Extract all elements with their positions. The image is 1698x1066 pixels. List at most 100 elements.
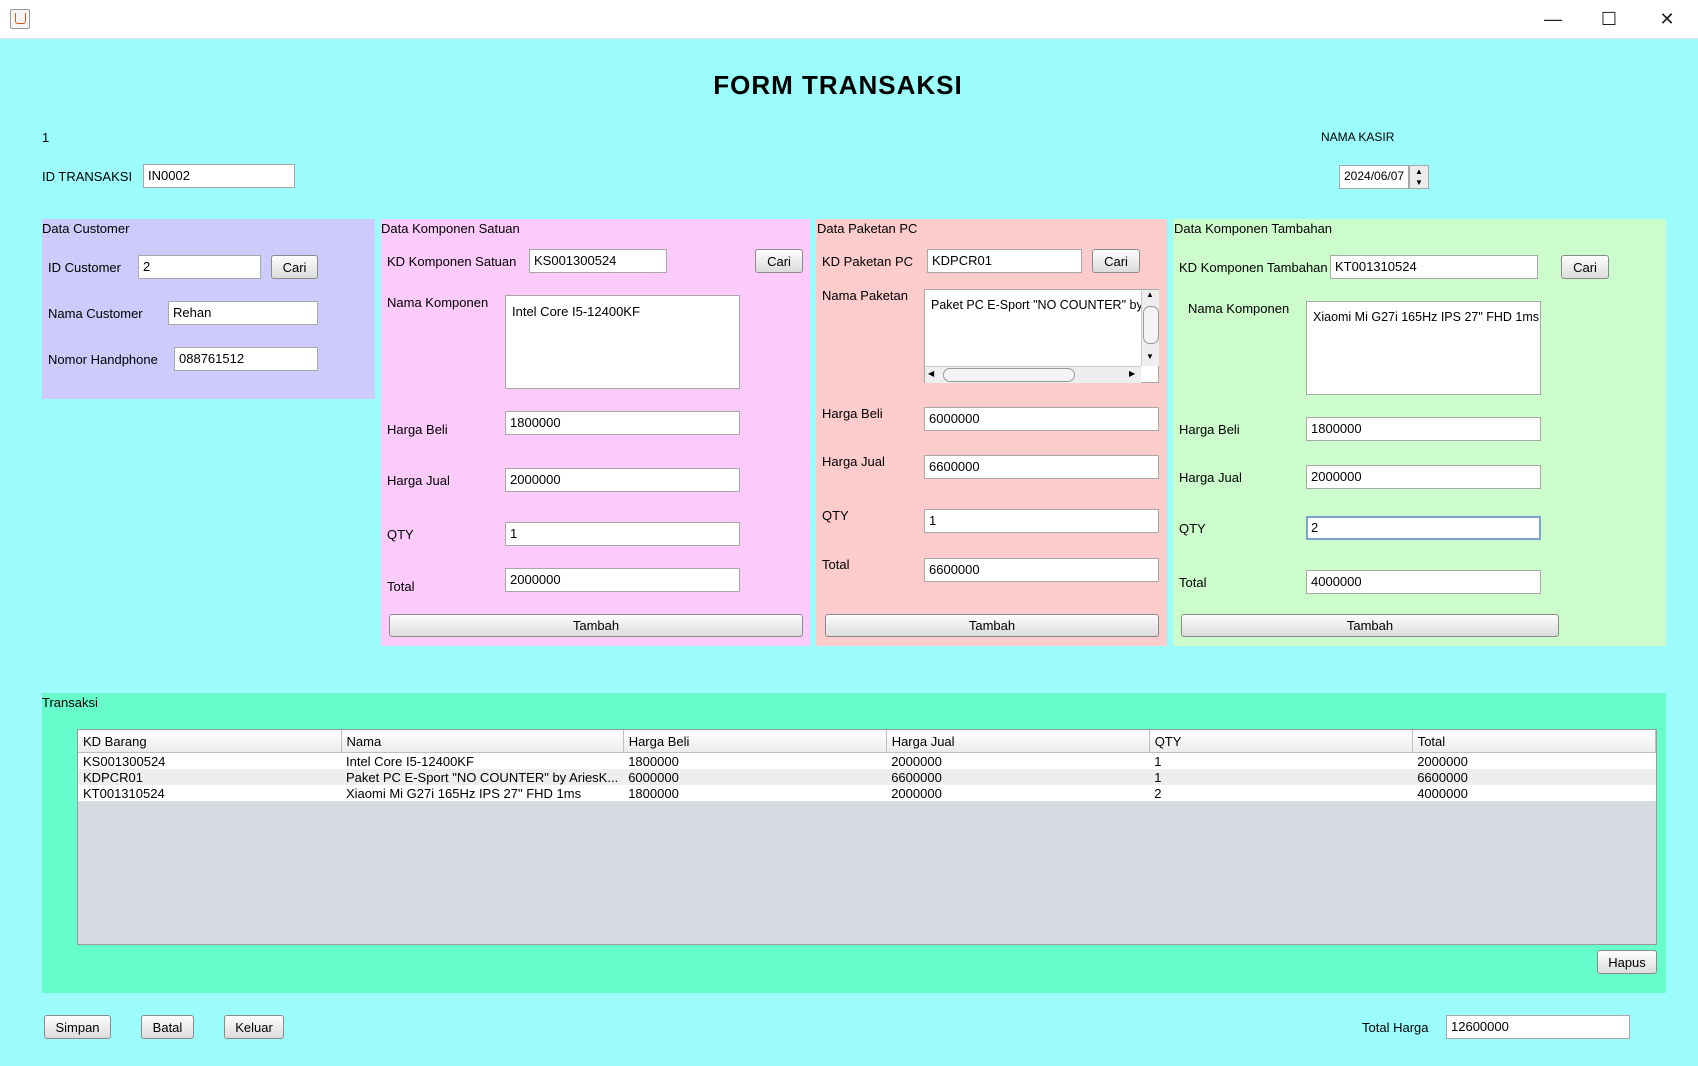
id-transaksi-label: ID TRANSAKSI — [42, 169, 133, 184]
transaksi-panel: Transaksi KD Barang Nama Harga Beli Harg… — [42, 693, 1666, 993]
table-cell[interactable]: KS001300524 — [78, 752, 341, 769]
komponen-tambahan-panel: Data Komponen Tambahan KD Komponen Tamba… — [1173, 219, 1666, 646]
table-cell[interactable]: 4000000 — [1412, 785, 1656, 801]
qty-tambahan-label: QTY — [1179, 521, 1206, 536]
hapus-button[interactable]: Hapus — [1597, 950, 1657, 974]
column-header-qty[interactable]: QTY — [1149, 730, 1413, 753]
scroll-up-icon[interactable]: ▲ — [1146, 290, 1154, 299]
kd-paketan-field[interactable]: KDPCR01 — [927, 249, 1082, 273]
harga-beli-tambahan-label: Harga Beli — [1179, 422, 1240, 437]
nama-paketan-scrollpane: Paket PC E-Sport "NO COUNTER" by AriesKo… — [924, 289, 1159, 383]
page-title: FORM TRANSAKSI — [713, 70, 963, 100]
table-cell[interactable]: 2000000 — [886, 785, 1150, 801]
table-cell[interactable]: KDPCR01 — [78, 769, 341, 785]
kd-komponen-tambahan-label: KD Komponen Tambahan — [1179, 260, 1328, 275]
komponen-satuan-panel: Data Komponen Satuan KD Komponen Satuan … — [381, 219, 810, 646]
vertical-scrollbar[interactable]: ▲ ▼ — [1141, 290, 1159, 366]
table-cell[interactable]: Paket PC E-Sport "NO COUNTER" by AriesK.… — [341, 769, 624, 785]
table-cell[interactable]: Intel Core I5-12400KF — [341, 752, 624, 769]
nama-customer-field[interactable]: Rehan — [168, 301, 318, 325]
total-paketan-label: Total — [822, 557, 850, 572]
table-cell[interactable]: 6600000 — [886, 769, 1150, 785]
total-paketan-field[interactable]: 6600000 — [924, 558, 1159, 582]
harga-jual-paketan-label: Harga Jual — [822, 454, 885, 469]
qty-satuan-field[interactable]: 1 — [505, 522, 740, 546]
table-cell[interactable]: 2000000 — [1412, 752, 1656, 769]
total-tambahan-label: Total — [1179, 575, 1207, 590]
nama-komponen-tambahan-label: Nama Komponen — [1188, 301, 1290, 316]
nama-komponen-tambahan-textarea[interactable]: Xiaomi Mi G27i 165Hz IPS 27" FHD 1ms — [1306, 301, 1541, 395]
paketan-pc-panel: Data Paketan PC KD Paketan PC KDPCR01 Ca… — [816, 219, 1167, 646]
kd-komponen-tambahan-field[interactable]: KT001310524 — [1330, 255, 1538, 279]
tambah-satuan-button[interactable]: Tambah — [389, 614, 803, 637]
table-row[interactable]: KS001300524 Intel Core I5-12400KF 180000… — [78, 752, 1656, 769]
table-cell[interactable]: 6600000 — [1412, 769, 1656, 785]
window-titlebar: — ☐ ✕ — [0, 0, 1698, 39]
horizontal-scrollbar[interactable]: ◀ ▶ — [925, 366, 1141, 383]
close-icon[interactable]: ✕ — [1638, 0, 1696, 38]
harga-jual-tambahan-field[interactable]: 2000000 — [1306, 465, 1541, 489]
date-spinner-arrows-icon[interactable]: ▲ ▼ — [1409, 165, 1429, 189]
batal-button[interactable]: Batal — [141, 1015, 194, 1039]
nama-komponen-satuan-textarea[interactable]: Intel Core I5-12400KF — [505, 295, 740, 389]
date-spinner-field[interactable]: 2024/06/07 — [1339, 165, 1409, 189]
harga-jual-satuan-field[interactable]: 2000000 — [505, 468, 740, 492]
total-harga-field[interactable]: 12600000 — [1446, 1015, 1630, 1039]
table-cell[interactable]: 1800000 — [623, 752, 887, 769]
total-tambahan-field[interactable]: 4000000 — [1306, 570, 1541, 594]
table-cell[interactable]: 6000000 — [623, 769, 887, 785]
tambah-paketan-button[interactable]: Tambah — [825, 614, 1159, 637]
table-row[interactable]: KT001310524 Xiaomi Mi G27i 165Hz IPS 27"… — [78, 785, 1656, 801]
column-header-kd-barang[interactable]: KD Barang — [78, 730, 342, 753]
qty-paketan-field[interactable]: 1 — [924, 509, 1159, 533]
kd-paketan-label: KD Paketan PC — [822, 254, 914, 269]
horizontal-scroll-thumb[interactable] — [943, 368, 1075, 382]
maximize-icon[interactable]: ☐ — [1580, 0, 1638, 38]
table-row[interactable]: KDPCR01 Paket PC E-Sport "NO COUNTER" by… — [78, 769, 1656, 785]
table-cell[interactable]: 1 — [1149, 752, 1413, 769]
harga-jual-satuan-label: Harga Jual — [387, 473, 450, 488]
minimize-icon[interactable]: — — [1524, 0, 1582, 38]
id-customer-field[interactable]: 2 — [138, 255, 261, 279]
nomor-handphone-label: Nomor Handphone — [48, 352, 158, 367]
id-customer-label: ID Customer — [48, 260, 121, 275]
harga-jual-tambahan-label: Harga Jual — [1179, 470, 1242, 485]
table-cell[interactable]: 1800000 — [623, 785, 887, 801]
cari-paketan-button[interactable]: Cari — [1092, 249, 1140, 273]
scroll-right-icon[interactable]: ▶ — [1129, 369, 1135, 378]
simpan-button[interactable]: Simpan — [44, 1015, 111, 1039]
table-cell[interactable]: 2 — [1149, 785, 1413, 801]
nama-paketan-textarea[interactable]: Paket PC E-Sport "NO COUNTER" by AriesKo… — [931, 298, 1141, 312]
kd-komponen-satuan-label: KD Komponen Satuan — [387, 254, 517, 269]
scroll-left-icon[interactable]: ◀ — [928, 369, 934, 378]
tambah-tambahan-button[interactable]: Tambah — [1181, 614, 1559, 637]
cari-customer-button[interactable]: Cari — [271, 255, 318, 279]
harga-beli-satuan-label: Harga Beli — [387, 422, 448, 437]
nomor-handphone-field[interactable]: 088761512 — [174, 347, 318, 371]
column-header-harga-beli[interactable]: Harga Beli — [623, 730, 887, 753]
cari-komponen-satuan-button[interactable]: Cari — [755, 249, 803, 273]
customer-panel: Data Customer ID Customer 2 Cari Nama Cu… — [42, 219, 375, 399]
harga-beli-tambahan-field[interactable]: 1800000 — [1306, 417, 1541, 441]
table-cell[interactable]: 2000000 — [886, 752, 1150, 769]
scroll-down-icon[interactable]: ▼ — [1146, 352, 1154, 361]
harga-jual-paketan-field[interactable]: 6600000 — [924, 455, 1159, 479]
qty-tambahan-field[interactable]: 2 — [1306, 516, 1541, 540]
harga-beli-paketan-field[interactable]: 6000000 — [924, 407, 1159, 431]
column-header-total[interactable]: Total — [1412, 730, 1656, 753]
table-cell[interactable]: Xiaomi Mi G27i 165Hz IPS 27" FHD 1ms — [341, 785, 624, 801]
total-satuan-field[interactable]: 2000000 — [505, 568, 740, 592]
id-transaksi-field[interactable]: IN0002 — [143, 164, 295, 188]
total-satuan-label: Total — [387, 579, 415, 594]
kd-komponen-satuan-field[interactable]: KS001300524 — [529, 249, 667, 273]
harga-beli-satuan-field[interactable]: 1800000 — [505, 411, 740, 435]
total-harga-label: Total Harga — [1362, 1020, 1429, 1035]
keluar-button[interactable]: Keluar — [224, 1015, 284, 1039]
table-cell[interactable]: 1 — [1149, 769, 1413, 785]
table-cell[interactable]: KT001310524 — [78, 785, 341, 801]
cari-komponen-tambahan-button[interactable]: Cari — [1561, 255, 1609, 279]
customer-panel-title: Data Customer — [42, 221, 130, 236]
vertical-scroll-thumb[interactable] — [1143, 306, 1159, 344]
column-header-harga-jual[interactable]: Harga Jual — [886, 730, 1150, 753]
column-header-nama[interactable]: Nama — [341, 730, 624, 753]
